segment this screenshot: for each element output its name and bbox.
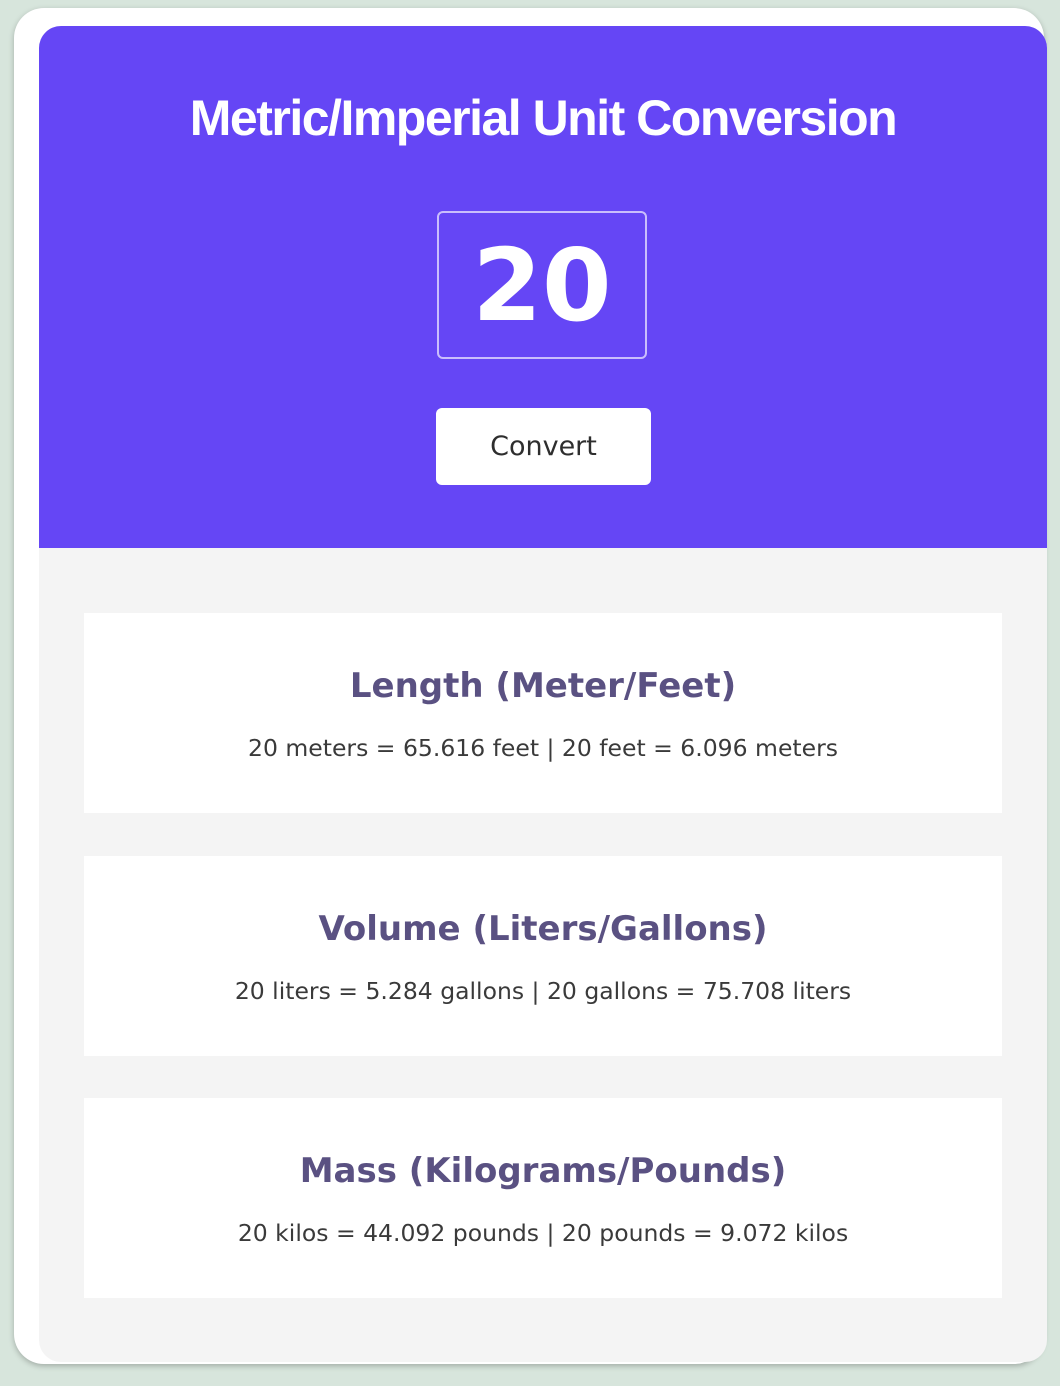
mass-result-title: Mass (Kilograms/Pounds) — [299, 1151, 787, 1191]
length-result-card: Length (Meter/Feet) 20 meters = 65.616 f… — [84, 613, 1002, 813]
value-input[interactable] — [437, 211, 647, 359]
volume-result-text: 20 liters = 5.284 gallons | 20 gallons =… — [234, 977, 852, 1005]
page-title: Metric/Imperial Unit Conversion — [189, 90, 898, 146]
converter-card: Metric/Imperial Unit Conversion Convert … — [39, 26, 1047, 1362]
app-frame: Metric/Imperial Unit Conversion Convert … — [14, 8, 1047, 1364]
convert-button[interactable]: Convert — [436, 408, 651, 485]
length-result-title: Length (Meter/Feet) — [349, 666, 737, 706]
converter-header: Metric/Imperial Unit Conversion Convert — [39, 26, 1047, 548]
volume-result-card: Volume (Liters/Gallons) 20 liters = 5.28… — [84, 856, 1002, 1056]
volume-result-title: Volume (Liters/Gallons) — [318, 909, 768, 949]
length-result-text: 20 meters = 65.616 feet | 20 feet = 6.09… — [248, 734, 838, 762]
mass-result-card: Mass (Kilograms/Pounds) 20 kilos = 44.09… — [84, 1098, 1002, 1298]
mass-result-text: 20 kilos = 44.092 pounds | 20 pounds = 9… — [237, 1219, 849, 1247]
